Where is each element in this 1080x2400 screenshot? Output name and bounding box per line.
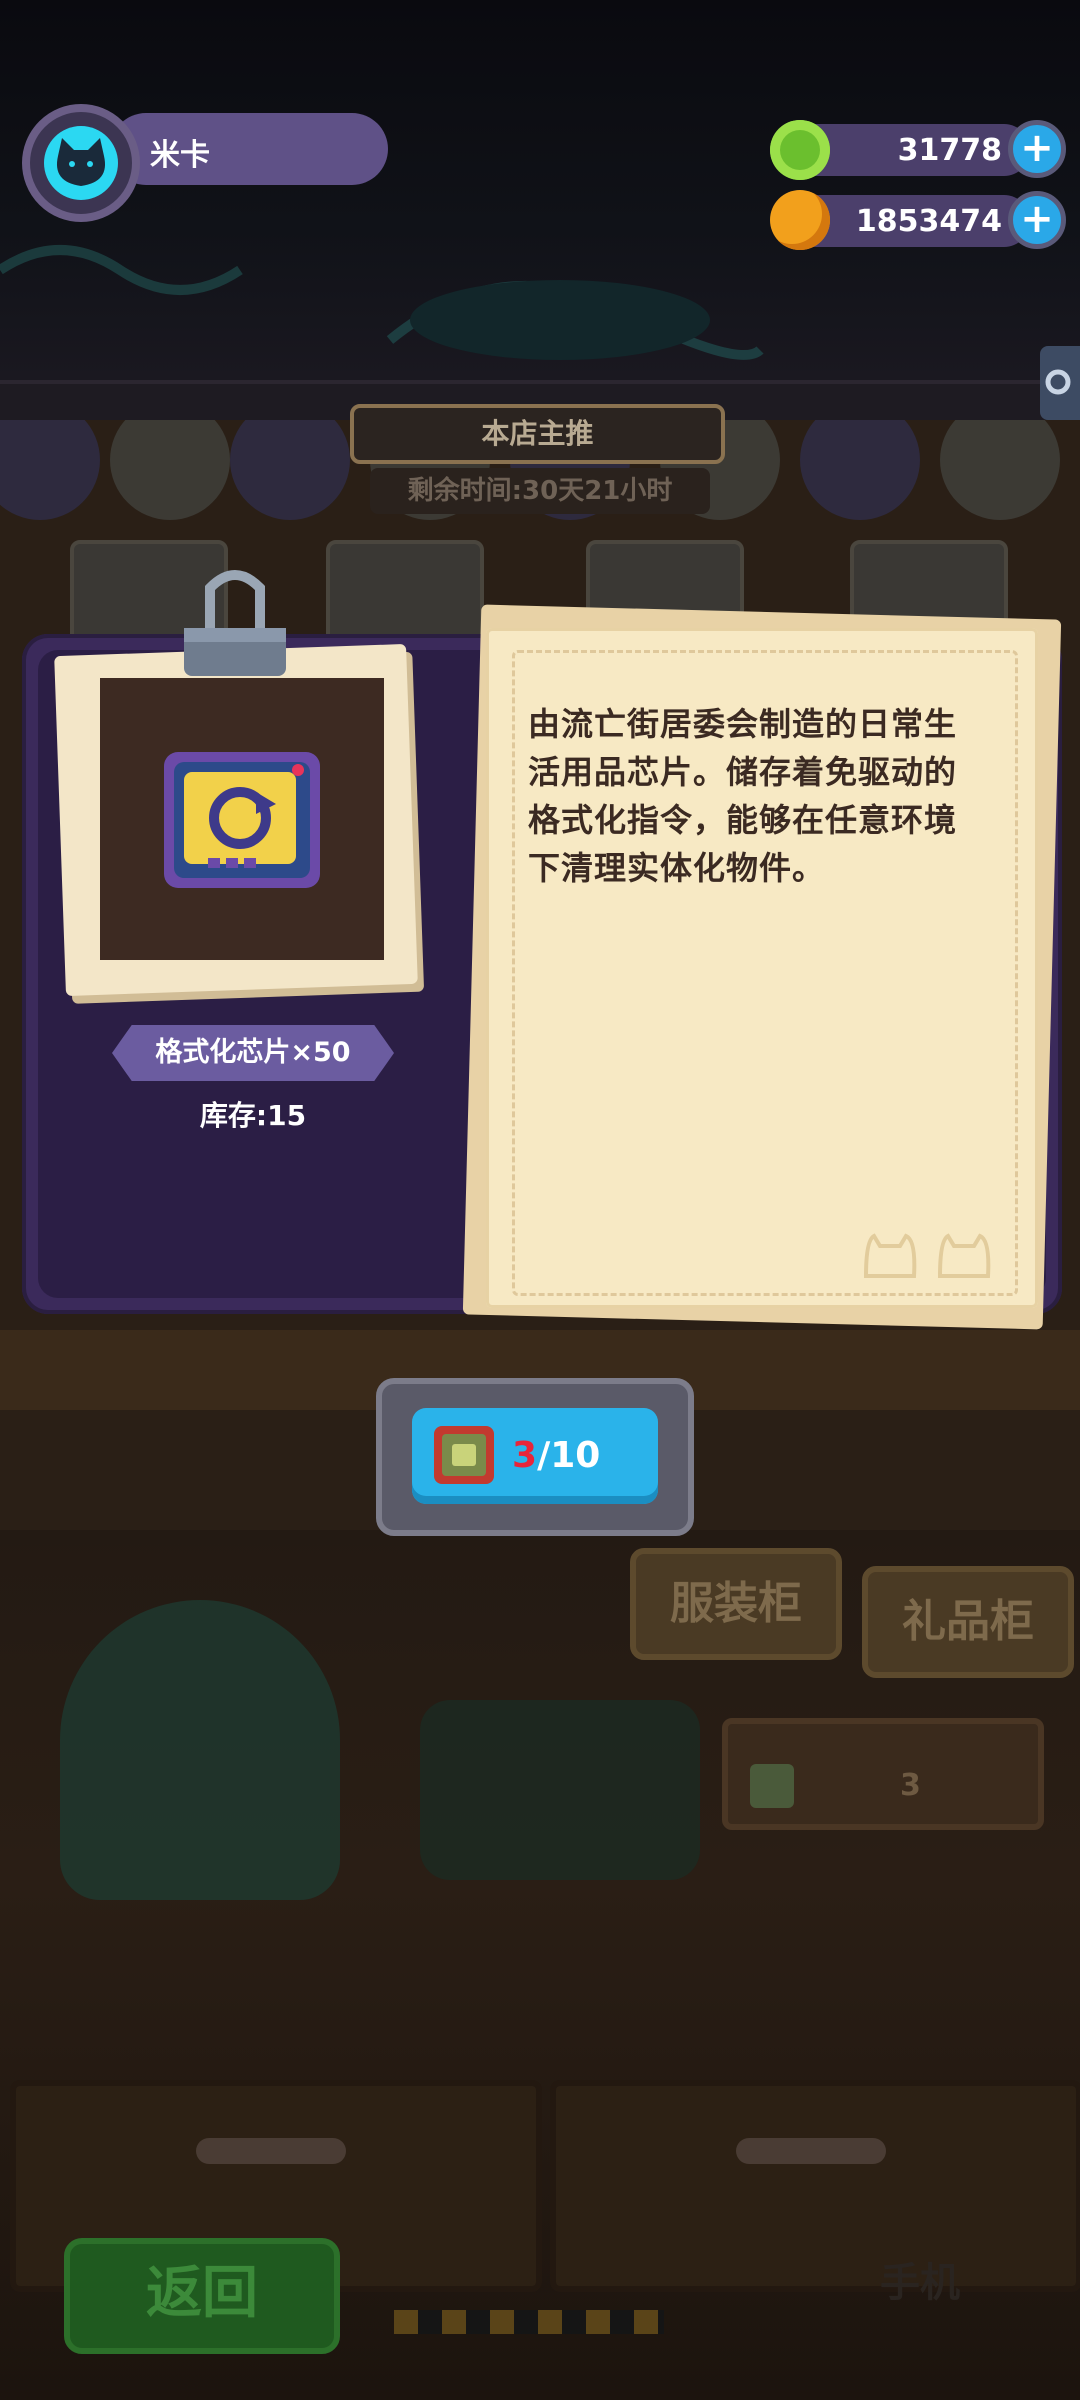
remaining-time: 剩余时间:30天21小时	[370, 468, 710, 514]
hazard-stripe	[394, 2310, 664, 2334]
back-button[interactable]: 返回	[64, 2238, 340, 2354]
featured-banner: 本店主推	[350, 404, 725, 464]
currency-1-value: 31778	[897, 133, 1002, 168]
player-name: 米卡	[150, 138, 210, 173]
player-avatar[interactable]	[22, 104, 140, 222]
chip-icon	[434, 1426, 494, 1484]
item-description: 由流亡街居委会制造的日常生活用品芯片。储存着免驱动的格式化指令，能够在任意环境下…	[528, 705, 958, 887]
progress-separator: /	[537, 1435, 551, 1476]
progress-count: 3/10	[512, 1428, 642, 1484]
shopkeeper-character	[60, 1600, 340, 1900]
progress-panel: 3/10	[412, 1408, 658, 1504]
item-name-pill: 格式化芯片×50	[112, 1025, 394, 1081]
gift-cabinet-label: 礼品柜	[862, 1566, 1074, 1678]
cat-doodle-icon	[863, 1233, 991, 1278]
binder-clip-icon	[184, 570, 286, 676]
progress-current: 3	[512, 1435, 538, 1476]
sewing-machine	[420, 1700, 700, 1880]
add-currency-2-button[interactable]: +	[1008, 191, 1066, 249]
chip-icon	[750, 1764, 794, 1808]
item-name: 格式化芯片×50	[155, 1037, 351, 1068]
cat-avatar-icon	[44, 126, 118, 200]
phone-label: 手机	[880, 2260, 960, 2306]
drawer-handle	[196, 2138, 346, 2164]
drawer-handle	[736, 2138, 886, 2164]
currency-2-value: 1853474	[855, 204, 1002, 239]
shelf-count: 3	[900, 1768, 921, 1803]
item-stock: 库存:15	[199, 1099, 307, 1132]
banner-title: 本店主推	[481, 417, 594, 450]
drawer-right	[550, 2080, 1080, 2292]
clothing-cabinet-label: 服装柜	[630, 1548, 842, 1660]
neon-sign-decoration	[0, 245, 764, 360]
planet-coin-icon	[770, 190, 830, 250]
progress-total: 10	[550, 1435, 601, 1476]
green-gem-icon	[770, 120, 830, 180]
collection-progress: 3/10	[376, 1378, 694, 1536]
scissor-side-tab[interactable]	[1040, 346, 1080, 420]
format-chip-icon	[164, 752, 320, 888]
scissor-icon	[1045, 369, 1071, 395]
add-currency-1-button[interactable]: +	[1008, 120, 1066, 178]
